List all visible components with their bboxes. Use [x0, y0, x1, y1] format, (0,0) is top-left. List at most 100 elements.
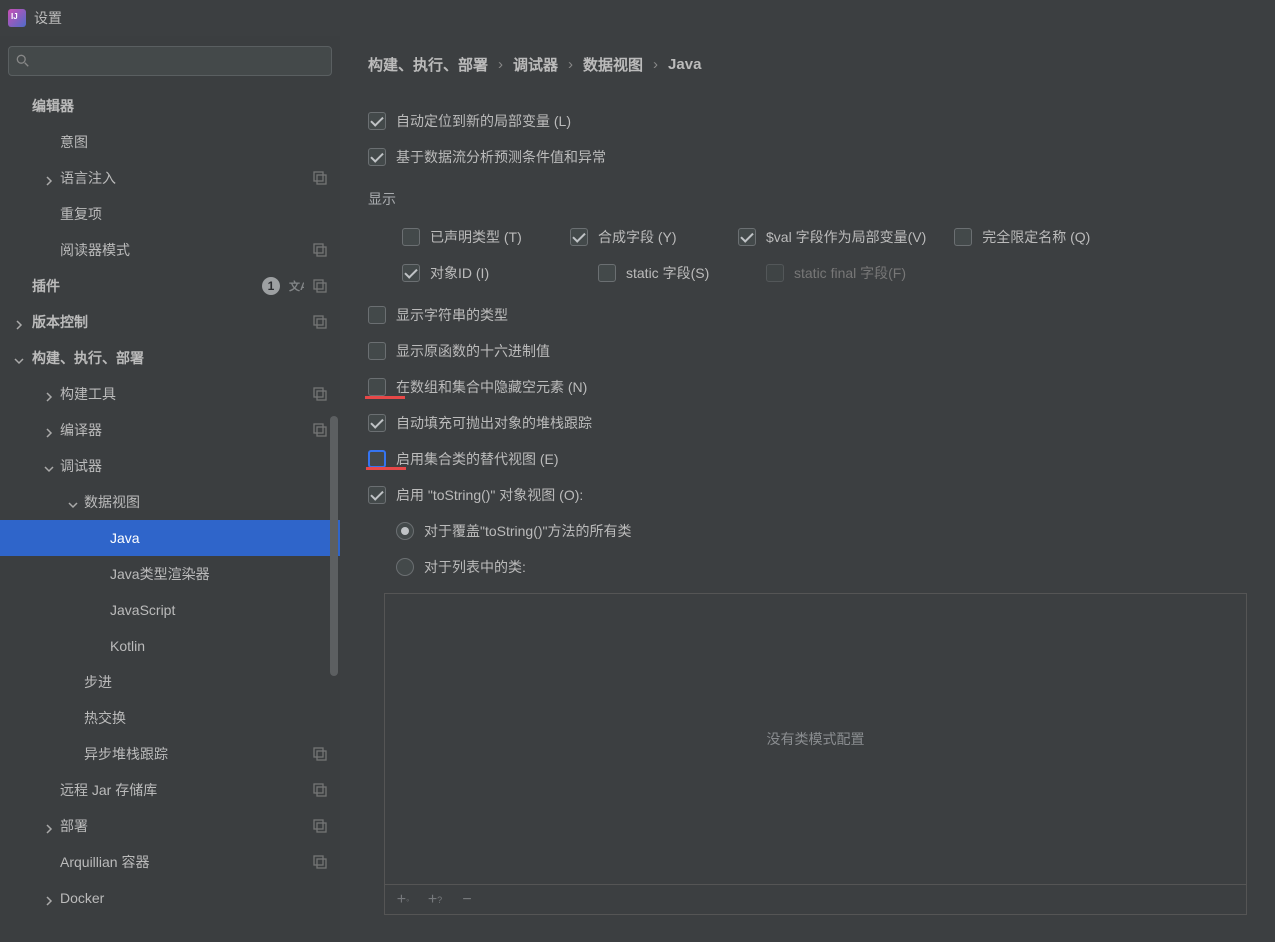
project-scope-icon	[312, 170, 328, 186]
checkbox-label: 已声明类型 (T)	[430, 227, 522, 247]
checkbox-label: static 字段(S)	[626, 263, 709, 283]
tree-item-label: 插件	[32, 276, 262, 296]
tree-item-label: Docker	[60, 890, 328, 906]
radio[interactable]	[396, 522, 414, 540]
tree-item[interactable]: 构建、执行、部署	[0, 340, 340, 376]
checkbox	[766, 264, 784, 282]
breadcrumb-seg-3[interactable]: 数据视图	[583, 54, 643, 75]
tree-item[interactable]: Arquillian 容器	[0, 844, 340, 880]
chevron-right-icon[interactable]	[14, 317, 24, 327]
checkbox[interactable]	[368, 306, 386, 324]
add-pattern-icon[interactable]: +?	[427, 892, 443, 908]
opt-val-field-local[interactable]: $val 字段作为局部变量(V)	[738, 219, 926, 255]
opt-enable-collection-alt[interactable]: 启用集合类的替代视图 (E)	[368, 441, 1247, 477]
radio-listed-classes[interactable]: 对于列表中的类:	[368, 549, 1247, 585]
tree-item[interactable]: 插件1文A	[0, 268, 340, 304]
checkbox[interactable]	[368, 378, 386, 396]
chevron-right-icon[interactable]	[44, 425, 54, 435]
tree-item[interactable]: JavaScript	[0, 592, 340, 628]
opt-show-string-type[interactable]: 显示字符串的类型	[368, 297, 1247, 333]
checkbox[interactable]	[402, 228, 420, 246]
tree-item[interactable]: 远程 Jar 存储库	[0, 772, 340, 808]
class-pattern-list[interactable]: 没有类模式配置	[384, 593, 1247, 885]
checkbox[interactable]	[954, 228, 972, 246]
checkbox[interactable]	[368, 112, 386, 130]
chevron-down-icon[interactable]	[14, 353, 24, 363]
checkbox[interactable]	[368, 148, 386, 166]
search-wrap	[0, 36, 340, 88]
opt-synthetic-field[interactable]: 合成字段 (Y)	[570, 219, 710, 255]
checkbox-label: 自动定位到新的局部变量 (L)	[396, 111, 571, 131]
checkbox[interactable]	[368, 486, 386, 504]
tree-item[interactable]: 版本控制	[0, 304, 340, 340]
checkbox[interactable]	[368, 342, 386, 360]
checkbox[interactable]	[570, 228, 588, 246]
tree-item[interactable]: 编译器	[0, 412, 340, 448]
opt-enable-tostring[interactable]: 启用 "toString()" 对象视图 (O):	[368, 477, 1247, 513]
project-scope-icon	[312, 242, 328, 258]
chevron-right-icon[interactable]	[44, 821, 54, 831]
tree-item[interactable]: 步进	[0, 664, 340, 700]
opt-auto-locate[interactable]: 自动定位到新的局部变量 (L)	[368, 103, 1247, 139]
tree-item-label: 异步堆栈跟踪	[84, 744, 312, 764]
opt-static-field[interactable]: static 字段(S)	[598, 255, 738, 291]
tree-item-label: 构建、执行、部署	[32, 348, 328, 368]
breadcrumb-sep: ›	[498, 56, 503, 73]
breadcrumb: 构建、执行、部署 › 调试器 › 数据视图 › Java	[368, 54, 1247, 75]
tree-item[interactable]: 构建工具	[0, 376, 340, 412]
remove-icon[interactable]: −	[459, 892, 475, 908]
tree-item[interactable]: 调试器	[0, 448, 340, 484]
chevron-right-icon[interactable]	[44, 893, 54, 903]
breadcrumb-seg-4: Java	[668, 56, 701, 73]
tree-item[interactable]: 编辑器	[0, 88, 340, 124]
project-scope-icon	[312, 278, 328, 294]
opt-auto-fill-throwable[interactable]: 自动填充可抛出对象的堆栈跟踪	[368, 405, 1247, 441]
scrollbar-thumb[interactable]	[330, 416, 338, 676]
tree-item[interactable]: Java类型渲染器	[0, 556, 340, 592]
radio[interactable]	[396, 558, 414, 576]
chevron-down-icon[interactable]	[68, 497, 78, 507]
radio-override-tostring[interactable]: 对于覆盖"toString()"方法的所有类	[368, 513, 1247, 549]
empty-list-placeholder: 没有类模式配置	[767, 729, 865, 749]
search-input[interactable]	[8, 46, 332, 76]
checkbox[interactable]	[738, 228, 756, 246]
translate-icon: 文A	[288, 278, 304, 294]
tree-item[interactable]: 热交换	[0, 700, 340, 736]
tree-item[interactable]: 阅读器模式	[0, 232, 340, 268]
tree-item[interactable]: 异步堆栈跟踪	[0, 736, 340, 772]
tree-item[interactable]: 语言注入	[0, 160, 340, 196]
checkbox[interactable]	[368, 450, 386, 468]
tree-item[interactable]: 数据视图	[0, 484, 340, 520]
checkbox[interactable]	[598, 264, 616, 282]
opt-predict-dataflow[interactable]: 基于数据流分析预测条件值和异常	[368, 139, 1247, 175]
chevron-right-icon[interactable]	[44, 389, 54, 399]
tree-item[interactable]: 部署	[0, 808, 340, 844]
opt-show-primitive-hex[interactable]: 显示原函数的十六进制值	[368, 333, 1247, 369]
chevron-right-icon[interactable]	[44, 173, 54, 183]
opt-hide-empty[interactable]: 在数组和集合中隐藏空元素 (N)	[368, 369, 1247, 405]
radio-label: 对于列表中的类:	[424, 557, 526, 577]
opt-declared-type[interactable]: 已声明类型 (T)	[402, 219, 542, 255]
checkbox[interactable]	[402, 264, 420, 282]
project-scope-icon	[312, 818, 328, 834]
tree-item[interactable]: Java	[0, 520, 340, 556]
add-icon[interactable]: +◦	[395, 892, 411, 908]
tree-item[interactable]: Kotlin	[0, 628, 340, 664]
tree-item-label: 数据视图	[84, 492, 328, 512]
tree-item[interactable]: Docker	[0, 880, 340, 916]
list-toolbar: +◦ +? −	[384, 885, 1247, 915]
tree-item-label: 部署	[60, 816, 312, 836]
breadcrumb-seg-2[interactable]: 调试器	[513, 54, 558, 75]
tree-item[interactable]: 重复项	[0, 196, 340, 232]
breadcrumb-seg-1[interactable]: 构建、执行、部署	[368, 54, 488, 75]
tree-item-label: 远程 Jar 存储库	[60, 780, 312, 800]
opt-fully-qualified[interactable]: 完全限定名称 (Q)	[954, 219, 1094, 255]
display-heading: 显示	[368, 189, 1247, 209]
chevron-down-icon[interactable]	[44, 461, 54, 471]
tree-item[interactable]: 意图	[0, 124, 340, 160]
main: 编辑器意图语言注入重复项阅读器模式插件1文A版本控制构建、执行、部署构建工具编译…	[0, 36, 1275, 942]
opt-object-id[interactable]: 对象ID (I)	[402, 255, 542, 291]
checkbox[interactable]	[368, 414, 386, 432]
settings-tree[interactable]: 编辑器意图语言注入重复项阅读器模式插件1文A版本控制构建、执行、部署构建工具编译…	[0, 88, 340, 942]
tree-item-label: 步进	[84, 672, 328, 692]
